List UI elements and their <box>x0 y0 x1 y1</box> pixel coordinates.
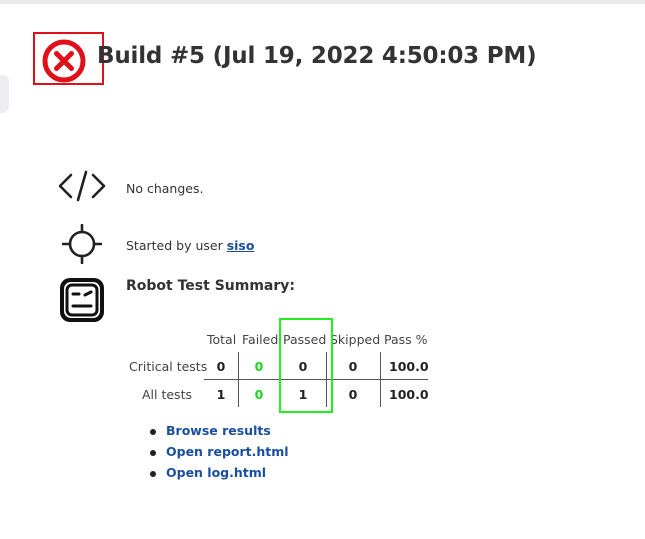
critical-failed: 0 <box>254 359 264 374</box>
all-pass-pct: 100.0 <box>389 387 429 402</box>
robot-face-icon <box>60 278 104 322</box>
user-link[interactable]: siso <box>227 238 255 253</box>
critical-pass-pct: 100.0 <box>389 359 429 374</box>
open-report-link[interactable]: Open report.html <box>166 444 289 459</box>
code-icon <box>58 170 106 202</box>
all-skipped: 0 <box>348 387 358 402</box>
open-log-link[interactable]: Open log.html <box>166 465 266 480</box>
circle-x-icon <box>42 39 86 83</box>
row-label-critical: Critical tests <box>129 359 208 374</box>
page-title: Build #5 (Jul 19, 2022 4:50:03 PM) <box>97 43 537 69</box>
all-total: 1 <box>216 387 226 402</box>
bullet-icon <box>150 471 156 477</box>
robot-summary-title: Robot Test Summary: <box>126 278 295 294</box>
build-page: Build #5 (Jul 19, 2022 4:50:03 PM) No ch… <box>0 0 645 539</box>
bullet-icon <box>150 450 156 456</box>
critical-total: 0 <box>216 359 226 374</box>
row-label-all: All tests <box>142 387 192 402</box>
column-header-pass-pct: Pass % <box>384 332 428 347</box>
crosshair-icon <box>62 224 102 264</box>
started-by-prefix: Started by user <box>126 238 227 253</box>
side-panel-tab[interactable] <box>0 75 9 113</box>
changes-text: No changes. <box>126 181 204 196</box>
top-bar <box>0 0 645 4</box>
table-col-divider <box>380 352 381 407</box>
critical-skipped: 0 <box>348 359 358 374</box>
browse-results-link[interactable]: Browse results <box>166 423 271 438</box>
started-by-text: Started by user siso <box>126 238 254 253</box>
column-header-failed: Failed <box>242 332 279 347</box>
passed-column-highlight <box>279 318 333 413</box>
bullet-icon <box>150 429 156 435</box>
column-header-skipped: Skipped <box>330 332 381 347</box>
table-col-divider <box>238 352 239 407</box>
all-failed: 0 <box>254 387 264 402</box>
column-header-total: Total <box>207 332 237 347</box>
